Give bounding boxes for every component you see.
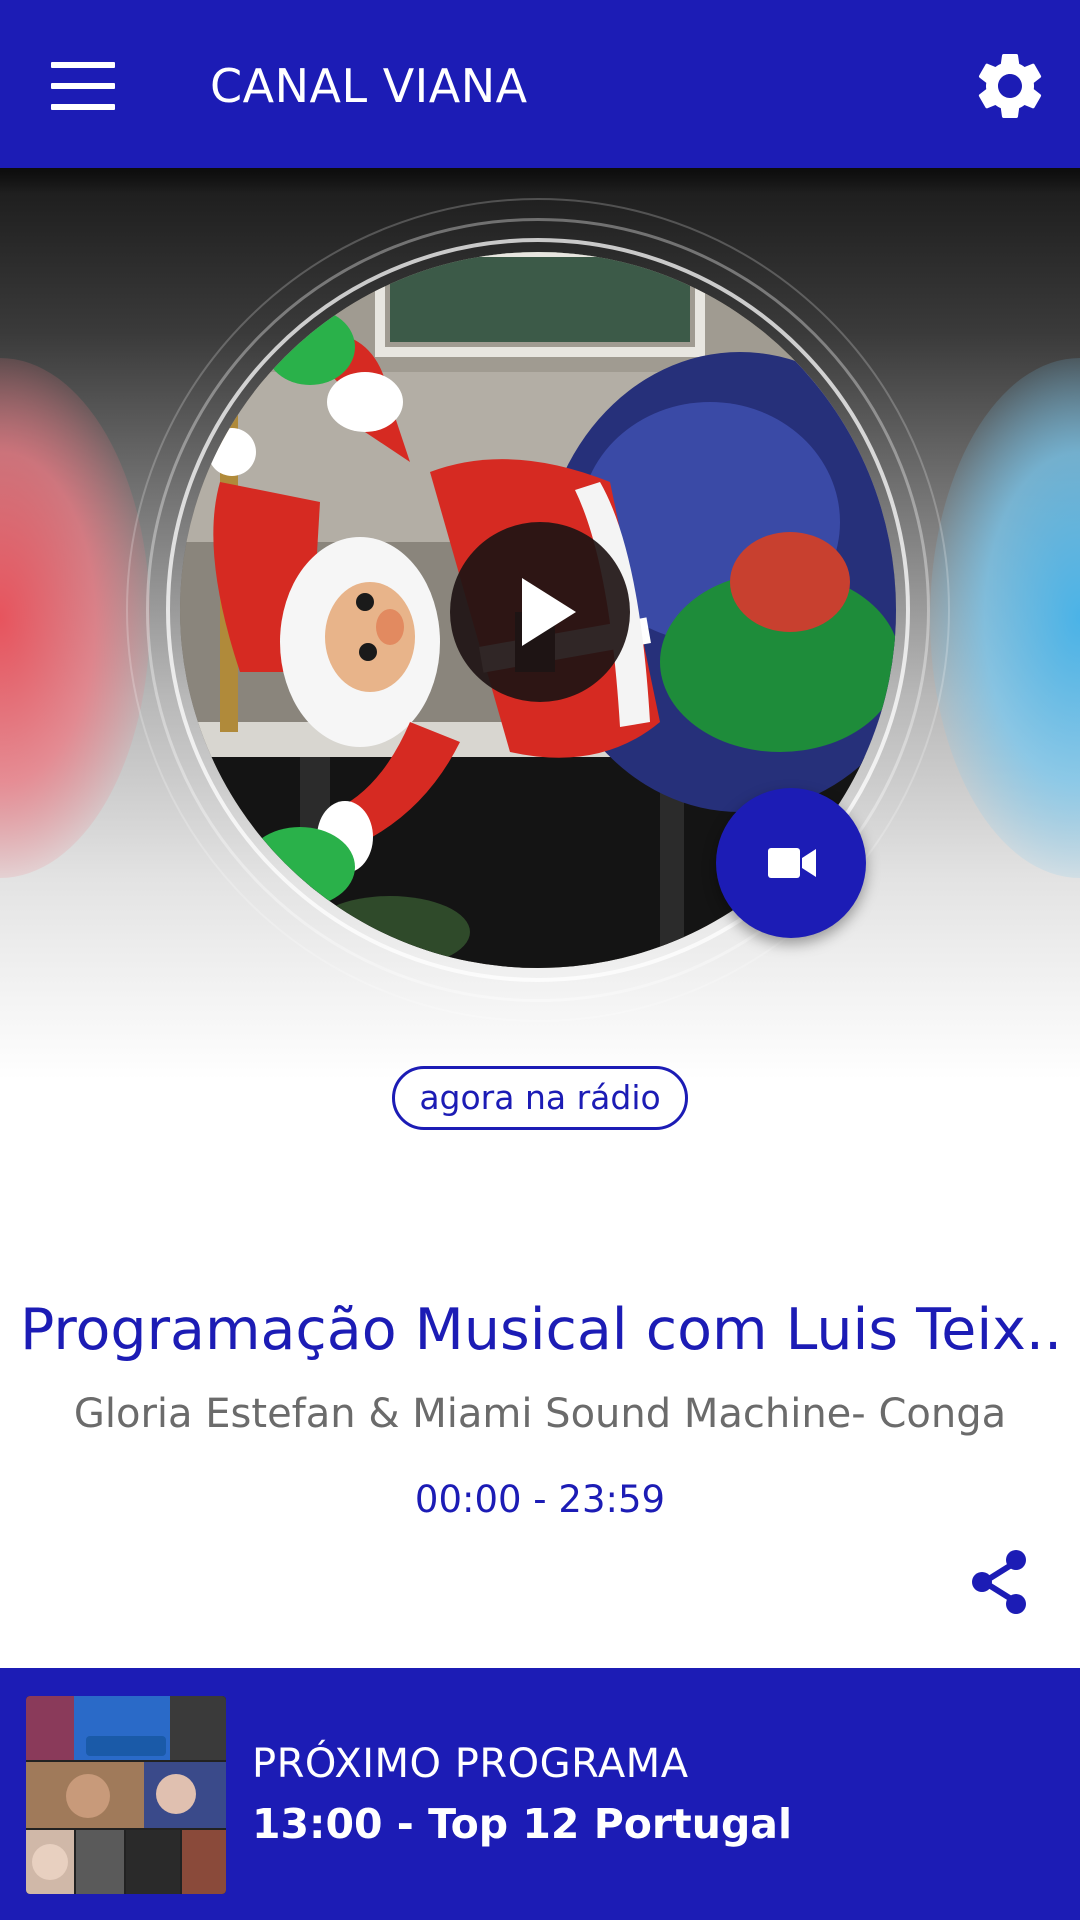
menu-line xyxy=(51,83,115,89)
program-time: 00:00 - 23:59 xyxy=(414,1478,666,1521)
play-icon[interactable] xyxy=(450,522,630,702)
toolbar-shadow xyxy=(0,168,1080,194)
next-program-label: PRÓXIMO PROGRAMA xyxy=(252,1741,689,1787)
top-app-bar: CANAL VIANA xyxy=(0,0,1080,168)
decor-glow-right xyxy=(930,358,1080,878)
gear-icon[interactable] xyxy=(970,46,1050,126)
share-icon[interactable] xyxy=(964,1546,1036,1618)
program-collage-thumbnail xyxy=(26,1696,226,1894)
next-program-name: 13:00 - Top 12 Portugal xyxy=(252,1800,793,1848)
program-title: Programação Musical com Luis Teix... xyxy=(20,1297,1060,1363)
next-program-bar[interactable]: PRÓXIMO PROGRAMA 13:00 - Top 12 Portugal xyxy=(0,1668,1080,1920)
now-on-air-badge: agora na rádio xyxy=(392,1066,688,1130)
video-camera-icon[interactable] xyxy=(716,788,866,938)
menu-line xyxy=(51,62,115,68)
hamburger-menu-icon[interactable] xyxy=(44,56,124,116)
player-hero xyxy=(0,168,1080,1080)
app-title: CANAL VIANA xyxy=(210,59,528,113)
menu-line xyxy=(51,104,115,110)
current-song: Gloria Estefan & Miami Sound Machine- Co… xyxy=(73,1391,1007,1437)
